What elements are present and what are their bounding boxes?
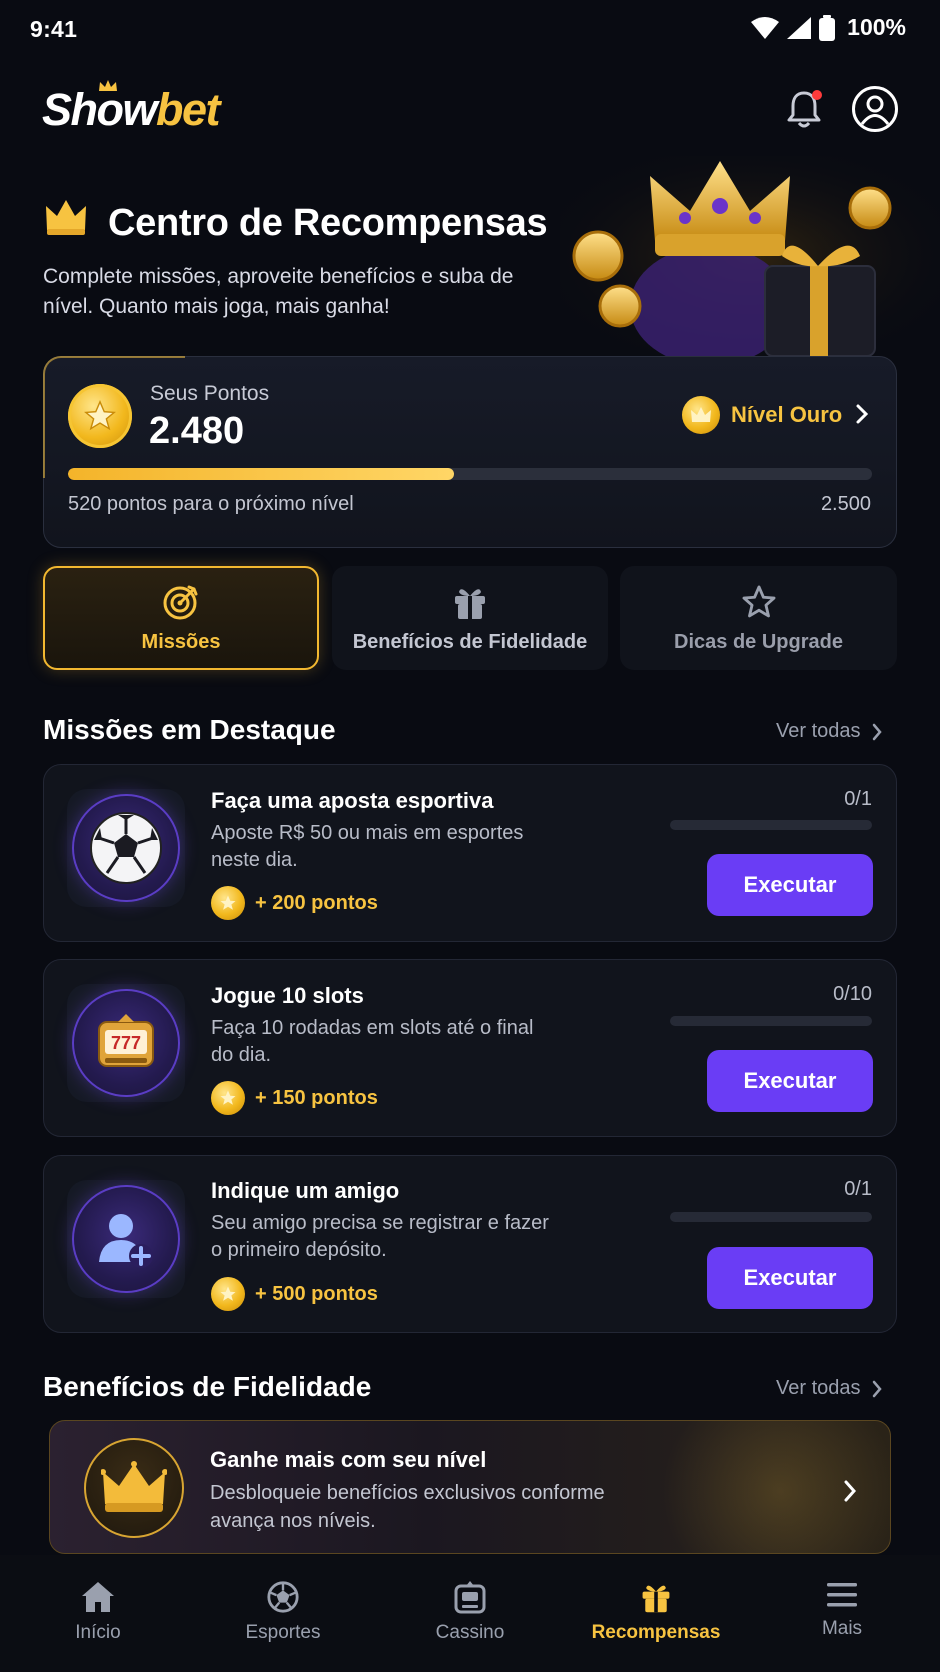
- battery-icon: [819, 14, 836, 41]
- benefits-see-all-link[interactable]: Ver todas: [776, 1377, 883, 1400]
- benefits-section-title: Benefícios de Fidelidade: [43, 1371, 372, 1402]
- status-time: 9:41: [30, 16, 78, 42]
- page-title: Centro de Recompensas: [108, 202, 548, 244]
- menu-icon: [827, 1583, 857, 1607]
- gift-icon: [642, 1585, 670, 1613]
- notification-dot: [812, 90, 822, 100]
- casino-icon: [454, 1581, 486, 1614]
- chevron-right-icon: [872, 723, 882, 740]
- rewards-hero-illustration: [560, 156, 940, 356]
- tab-upgrade-tips[interactable]: Dicas de Upgrade: [620, 566, 897, 670]
- mission-progress-count: 0/1: [844, 788, 872, 810]
- status-icons: 100%: [751, 14, 906, 41]
- benefit-crown-badge: [84, 1438, 184, 1538]
- chevron-right-icon[interactable]: [842, 1478, 858, 1504]
- tab-missions[interactable]: Missões: [43, 566, 319, 670]
- gift-icon: [455, 588, 485, 619]
- tab-label: Dicas de Upgrade: [674, 630, 843, 653]
- profile-button[interactable]: [852, 86, 898, 132]
- points-goal: 2.500: [820, 493, 871, 515]
- mission-description: Aposte R$ 50 ou mais em esportes neste d…: [211, 822, 524, 871]
- mission-progress-count: 0/1: [844, 1178, 872, 1200]
- mission-title: Faça uma aposta esportiva: [211, 788, 494, 813]
- points-label: Seus Pontos: [150, 382, 270, 405]
- points-next-level-hint: 520 pontos para o próximo nível: [68, 493, 354, 515]
- benefit-description: Desbloqueie benefícios exclusivos confor…: [210, 1482, 605, 1532]
- battery-percent: 100%: [847, 14, 906, 40]
- mission-progress-bar: [670, 1016, 872, 1026]
- mission-reward: + 150 pontos: [211, 1081, 378, 1115]
- logo-crown-icon: [99, 80, 117, 91]
- mission-title: Jogue 10 slots: [211, 983, 364, 1008]
- showbet-logo[interactable]: Showbet: [42, 84, 221, 136]
- mission-reward: + 500 pontos: [211, 1277, 378, 1311]
- wifi-icon: [751, 16, 780, 39]
- soccer-ball-icon: [90, 812, 162, 884]
- level-name[interactable]: Nível Ouro: [731, 402, 842, 428]
- star-icon: [742, 585, 775, 617]
- chevron-right-icon: [872, 1380, 882, 1397]
- mission-icon-container: [67, 789, 185, 907]
- signal-icon: [787, 16, 812, 39]
- target-icon: [163, 585, 198, 619]
- user-icon: [860, 95, 890, 125]
- points-value: 2.480: [149, 410, 245, 452]
- ball-icon: [267, 1581, 299, 1613]
- mission-title: Indique um amigo: [211, 1178, 400, 1203]
- crown-icon: [46, 200, 86, 235]
- execute-button[interactable]: Executar: [707, 1050, 873, 1112]
- nav-item-casino[interactable]: Cassino: [400, 1580, 540, 1644]
- nav-item-sports[interactable]: Esportes: [213, 1580, 353, 1644]
- chevron-right-icon[interactable]: [854, 402, 870, 426]
- coin-icon: [211, 1081, 245, 1115]
- mission-icon-container: [67, 1180, 185, 1298]
- points-coin-icon: [68, 384, 132, 448]
- benefit-title: Ganhe mais com seu nível: [210, 1447, 487, 1472]
- nav-item-more[interactable]: Mais: [772, 1580, 912, 1640]
- nav-item-rewards[interactable]: Recompensas: [586, 1580, 726, 1644]
- tab-loyalty-benefits[interactable]: Benefícios de Fidelidade: [332, 566, 608, 670]
- svg-text:777: 777: [111, 1033, 141, 1053]
- tab-label: Benefícios de Fidelidade: [352, 630, 588, 653]
- mission-description: Seu amigo precisa se registrar e fazer o…: [211, 1212, 549, 1261]
- tab-label: Missões: [141, 630, 221, 653]
- mission-progress-bar: [670, 820, 872, 830]
- coin-icon: [211, 886, 245, 920]
- mission-reward: + 200 pontos: [211, 886, 378, 920]
- points-progress-bar: [68, 468, 872, 480]
- slot-machine-icon: 777: [98, 1014, 154, 1067]
- mission-progress-count: 0/10: [833, 983, 872, 1005]
- mission-description: Faça 10 rodadas em slots até o final do …: [211, 1017, 534, 1066]
- missions-section-title: Missões em Destaque: [43, 714, 336, 745]
- nav-item-home[interactable]: Início: [28, 1580, 168, 1644]
- level-badge-icon[interactable]: [682, 396, 720, 434]
- page-subtitle: Complete missões, aproveite benefícios e…: [43, 265, 514, 318]
- mission-progress-bar: [670, 1212, 872, 1222]
- missions-see-all-link[interactable]: Ver todas: [776, 720, 883, 743]
- coin-icon: [211, 1277, 245, 1311]
- crown-icon: [101, 1461, 167, 1512]
- execute-button[interactable]: Executar: [707, 854, 873, 916]
- points-progress-fill: [68, 468, 454, 480]
- mission-icon-container: 777: [67, 984, 185, 1102]
- execute-button[interactable]: Executar: [707, 1247, 873, 1309]
- add-user-icon: [99, 1214, 153, 1268]
- home-icon: [82, 1582, 114, 1612]
